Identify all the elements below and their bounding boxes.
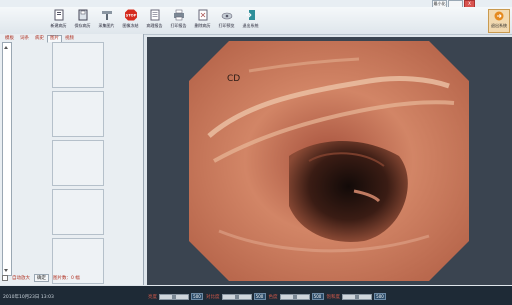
save-record-icon (78, 9, 87, 21)
status-bar: 2010年10月23日 13:03 亮度 500 对比度 500 色度 500 … (0, 286, 512, 305)
toolbar-label: 打印预览 (218, 23, 235, 28)
auto-zoom-checkbox[interactable] (2, 275, 8, 281)
exit-system-tool-button[interactable]: 退出系统 (240, 8, 261, 32)
image-list[interactable] (2, 42, 12, 276)
thumbnail-strip (52, 42, 104, 287)
exit-button[interactable]: 退出系统 (488, 9, 510, 33)
left-panel: 模板 词条 病史 图片 视频 自动放大 确定 图片数：0 幅 (0, 34, 144, 285)
slider-label: 对比度 (206, 294, 220, 300)
toolbar-label: 删除病历 (194, 23, 211, 28)
slider-label: 亮度 (148, 294, 157, 300)
hue-slider[interactable] (279, 293, 310, 300)
confirm-button[interactable]: 确定 (34, 274, 49, 282)
toolbar-buttons: 新建病历 保存病历 采集图片 STOP 图像冻结 病理报告 打印报告 删除病历 … (48, 8, 263, 32)
delete-icon (198, 9, 207, 21)
main-toolbar: 新建病历 保存病历 采集图片 STOP 图像冻结 病理报告 打印报告 删除病历 … (0, 7, 512, 35)
thumbnail-slot[interactable] (52, 42, 104, 88)
image-adjust-sliders: 亮度 500 对比度 500 色度 500 饱和度 500 (148, 293, 386, 300)
slider-label: 色度 (268, 294, 278, 300)
slider-value[interactable]: 500 (374, 293, 386, 300)
capture-image-icon (101, 11, 112, 20)
toolbar-label: 退出系统 (242, 23, 259, 28)
new-record-icon (54, 9, 63, 21)
brightness-control: 亮度 500 (148, 293, 203, 300)
endoscopic-image: CD (189, 41, 469, 281)
brightness-slider[interactable] (159, 293, 189, 300)
scroll-down-icon[interactable] (4, 269, 8, 272)
tab-terms[interactable]: 词条 (17, 35, 32, 43)
print-icon (173, 9, 184, 21)
hue-control: 色度 500 (269, 293, 324, 300)
print-preview-button[interactable]: 打印预览 (216, 8, 237, 32)
image-count-label: 图片数：0 幅 (53, 276, 80, 281)
title-bar: 最小化 X (0, 0, 512, 8)
thumbnail-slot[interactable] (52, 140, 104, 186)
auto-zoom-label: 自动放大 (12, 276, 30, 281)
datetime-label: 2010年10月23日 13:03 (3, 295, 54, 300)
toolbar-label: 新建病历 (50, 23, 67, 28)
contrast-control: 对比度 500 (206, 293, 266, 300)
delete-record-button[interactable]: 删除病历 (192, 8, 213, 32)
thumbnail-slot[interactable] (52, 91, 104, 137)
panel-footer: 自动放大 确定 图片数：0 幅 (2, 274, 80, 282)
stop-icon: STOP (124, 9, 137, 21)
preview-icon (221, 12, 232, 20)
toolbar-label: 图像冻结 (122, 23, 139, 28)
print-button[interactable]: 打印报告 (168, 8, 189, 32)
exit-label: 退出系统 (491, 23, 507, 28)
scroll-up-icon[interactable] (4, 46, 8, 49)
slider-value[interactable]: 500 (253, 293, 266, 300)
save-record-button[interactable]: 保存病历 (72, 8, 93, 32)
freeze-image-button[interactable]: STOP 图像冻结 (120, 8, 141, 32)
toolbar-label: 采集图片 (98, 23, 115, 28)
image-overlay-text: CD (227, 74, 240, 84)
toolbar-label: 打印报告 (170, 23, 187, 28)
slider-value[interactable]: 500 (191, 293, 203, 300)
capture-image-button[interactable]: 采集图片 (96, 8, 117, 32)
exit-system-icon (245, 10, 255, 20)
report-icon (150, 9, 159, 21)
toolbar-label: 病理报告 (146, 23, 163, 28)
report-button[interactable]: 病理报告 (144, 8, 165, 32)
new-record-button[interactable]: 新建病历 (48, 8, 69, 32)
endoscope-display: CD (147, 37, 512, 285)
tab-history[interactable]: 病史 (32, 35, 47, 43)
thumbnail-slot[interactable] (52, 189, 104, 235)
list-scrollbar[interactable] (4, 44, 9, 274)
contrast-slider[interactable] (221, 293, 252, 300)
exit-icon (494, 11, 504, 21)
saturation-control: 饱和度 500 (326, 293, 386, 300)
saturation-slider[interactable] (342, 293, 372, 300)
slider-value[interactable]: 500 (311, 293, 324, 300)
toolbar-label: 保存病历 (74, 23, 91, 28)
slider-label: 饱和度 (326, 294, 341, 300)
svg-text:STOP: STOP (125, 14, 136, 18)
